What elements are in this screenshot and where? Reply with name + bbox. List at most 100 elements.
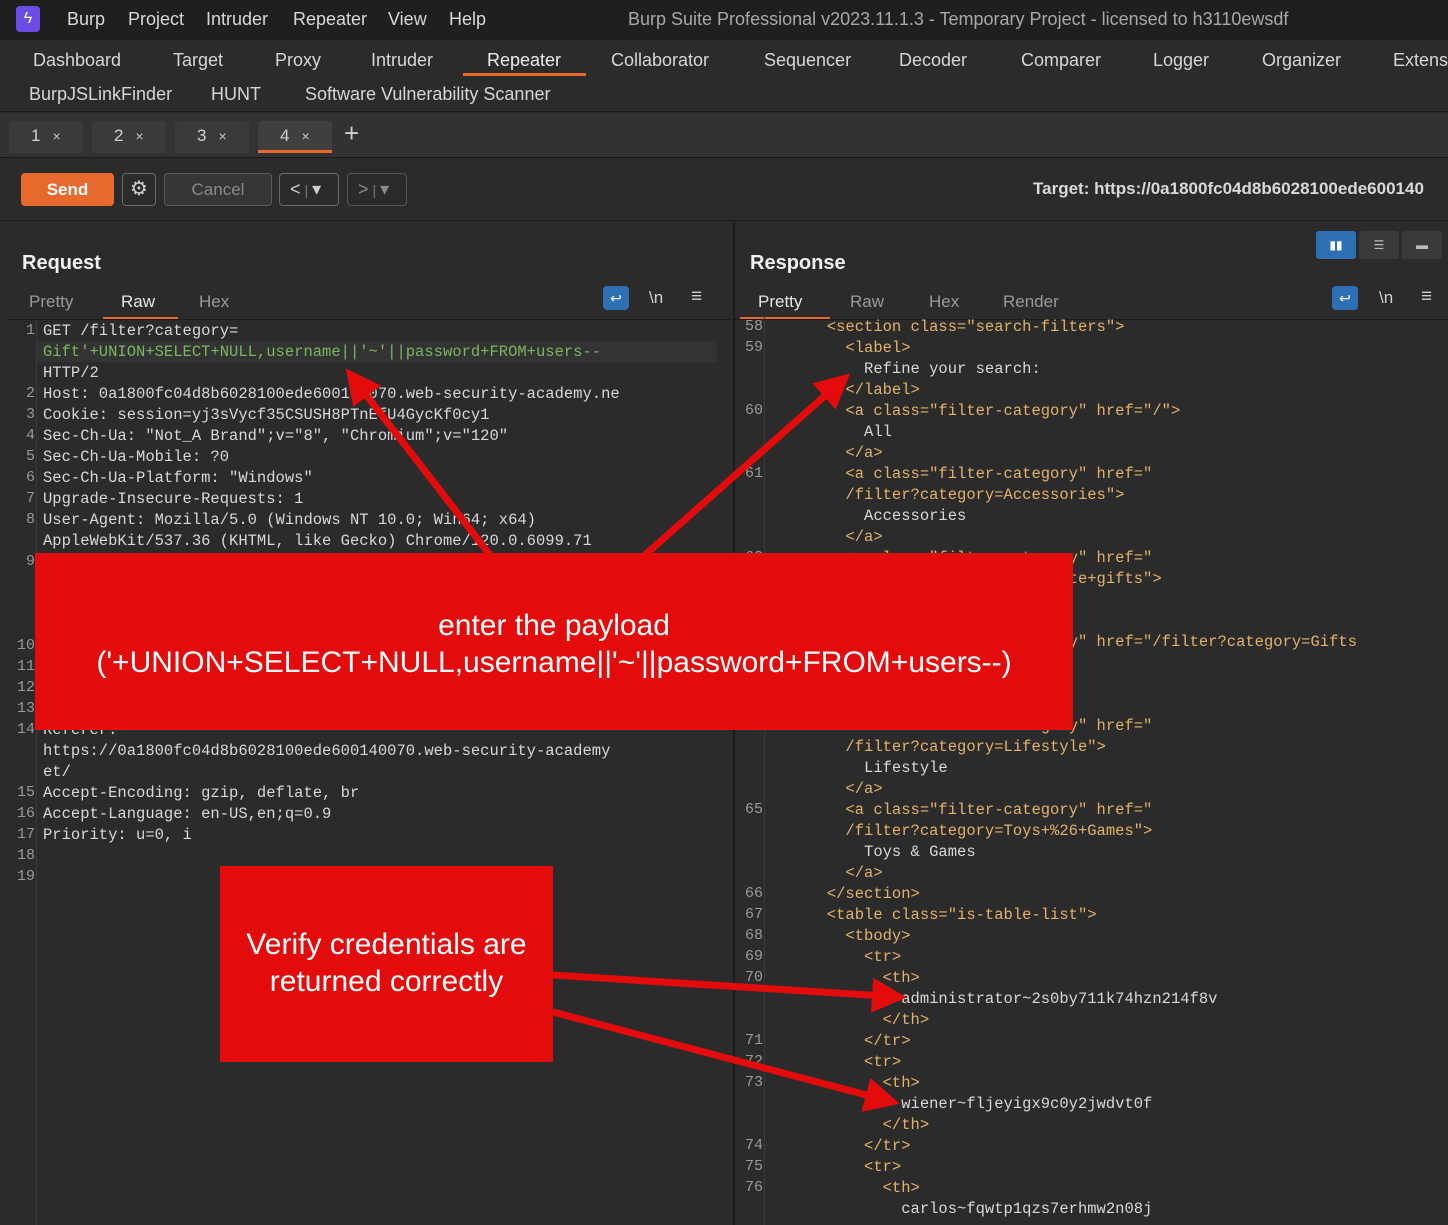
dropdown-arrow-icon[interactable]: ▾ <box>380 179 389 199</box>
dropdown-arrow-icon[interactable]: ▾ <box>312 179 321 199</box>
split-vertical-icon[interactable]: ☰ <box>1359 231 1399 259</box>
line-text: Host: 0a1800fc04d8b6028100ede600140070.w… <box>43 385 620 403</box>
tab-software-vulnerability-scanner[interactable]: Software Vulnerability Scanner <box>305 84 550 105</box>
line-number: 1 <box>25 322 35 339</box>
tab-target[interactable]: Target <box>173 50 223 71</box>
callout-text: enter the payload <box>438 609 670 642</box>
line-text: <th> <box>771 1074 920 1092</box>
line-text: </section> <box>771 885 920 903</box>
line-text: https://0a1800fc04d8b6028100ede600140070… <box>43 742 611 760</box>
repeater-tabs: 1 × 2 × 3 × 4 × <box>0 113 1448 158</box>
response-tab-render[interactable]: Render <box>1003 292 1059 312</box>
line-text: <th> <box>771 1179 920 1197</box>
line-text: All <box>771 423 892 441</box>
repeater-tab-2[interactable]: 2 × <box>92 121 166 153</box>
line-number: 72 <box>744 1053 763 1070</box>
menu-icon[interactable]: ≡ <box>691 286 702 308</box>
word-wrap-icon[interactable]: ↩ <box>1332 286 1358 310</box>
newline-toggle[interactable]: \n <box>1379 288 1393 308</box>
tab-hunt[interactable]: HUNT <box>211 84 261 105</box>
line-number: 71 <box>744 1032 763 1049</box>
line-text: Accept-Language: en-US,en;q=0.9 <box>43 805 332 823</box>
line-number: 18 <box>16 847 35 864</box>
line-text: Upgrade-Insecure-Requests: 1 <box>43 490 304 508</box>
response-tab-pretty[interactable]: Pretty <box>758 292 802 312</box>
line-number: 69 <box>744 948 763 965</box>
send-button[interactable]: Send <box>21 173 114 206</box>
response-tab-hex[interactable]: Hex <box>929 292 959 312</box>
line-text: Sec-Ch-Ua: "Not_A Brand";v="8", "Chromiu… <box>43 427 509 445</box>
tab-comparer[interactable]: Comparer <box>1021 50 1101 71</box>
payload-callout: enter the payload ('+UNION+SELECT+NULL,u… <box>35 553 1073 730</box>
request-tab-raw[interactable]: Raw <box>121 292 155 312</box>
close-icon[interactable]: × <box>218 128 226 144</box>
line-number: 2 <box>25 385 35 402</box>
response-editor[interactable]: 58 <section class="search-filters"> 59 <l… <box>735 316 1448 1225</box>
repeater-tab-1[interactable]: 1 × <box>9 121 83 153</box>
line-number: 65 <box>744 801 763 818</box>
line-number: 12 <box>16 679 35 696</box>
target-label[interactable]: Target: https://0a1800fc04d8b6028100ede6… <box>1033 179 1424 199</box>
split-horizontal-icon[interactable]: ▮▮ <box>1316 231 1356 259</box>
line-text: <a class="filter-category" href=" <box>771 801 1153 819</box>
line-text: </a> <box>771 780 883 798</box>
tab-intruder[interactable]: Intruder <box>371 50 433 71</box>
line-number: 66 <box>744 885 763 902</box>
single-view-icon[interactable]: ▬ <box>1402 231 1442 259</box>
repeater-tab-4[interactable]: 4 × <box>258 121 332 153</box>
line-text: carlos~fqwtp1qzs7erhmw2n08j <box>771 1200 1153 1218</box>
verify-callout: Verify credentials are returned correctl… <box>220 866 553 1062</box>
close-icon[interactable]: × <box>52 128 60 144</box>
line-text: <tr> <box>771 1053 902 1071</box>
tab-extensions[interactable]: Extensi <box>1393 50 1448 71</box>
history-forward-button[interactable]: > | ▾ <box>347 173 407 206</box>
tab-burpjslinkfinder[interactable]: BurpJSLinkFinder <box>29 84 172 105</box>
line-text: </a> <box>771 444 883 462</box>
close-icon[interactable]: × <box>301 128 309 144</box>
burp-logo-icon: ϟ <box>16 6 40 32</box>
response-title: Response <box>750 252 846 274</box>
tab-collaborator[interactable]: Collaborator <box>611 50 709 71</box>
line-number: 73 <box>744 1074 763 1091</box>
menu-icon[interactable]: ≡ <box>1421 286 1432 308</box>
add-tab-icon[interactable]: + <box>344 118 359 149</box>
history-back-button[interactable]: < | ▾ <box>279 173 339 206</box>
close-icon[interactable]: × <box>135 128 143 144</box>
request-editor[interactable]: 1 GET /filter?category= Gift'+UNION+SELECT… <box>7 320 731 1225</box>
line-number: 9 <box>25 553 35 570</box>
tab-repeater[interactable]: Repeater <box>487 50 561 71</box>
tab-organizer[interactable]: Organizer <box>1262 50 1341 71</box>
line-text: GET /filter?category= <box>43 322 239 340</box>
tab-proxy[interactable]: Proxy <box>275 50 321 71</box>
menu-repeater[interactable]: Repeater <box>293 9 367 30</box>
menu-burp[interactable]: Burp <box>67 9 105 30</box>
request-tab-hex[interactable]: Hex <box>199 292 229 312</box>
cancel-button[interactable]: Cancel <box>164 173 272 206</box>
line-number: 10 <box>16 637 35 654</box>
tab-logger[interactable]: Logger <box>1153 50 1209 71</box>
tab-sequencer[interactable]: Sequencer <box>764 50 851 71</box>
line-text: Priority: u=0, i <box>43 826 192 844</box>
menu-bar: ϟ Burp Project Intruder Repeater View He… <box>0 0 1448 40</box>
line-number: 11 <box>16 658 35 675</box>
line-number: 15 <box>16 784 35 801</box>
line-text: <table class="is-table-list"> <box>771 906 1097 924</box>
menu-project[interactable]: Project <box>128 9 184 30</box>
repeater-tab-3[interactable]: 3 × <box>175 121 249 153</box>
newline-toggle[interactable]: \n <box>649 288 663 308</box>
request-tab-pretty[interactable]: Pretty <box>29 292 73 312</box>
gear-icon[interactable]: ⚙ <box>122 173 156 206</box>
repeater-toolbar: Send ⚙ Cancel < | ▾ > | ▾ Target: https://0a… <box>0 159 1448 221</box>
window-title: Burp Suite Professional v2023.11.1.3 - T… <box>628 9 1289 29</box>
menu-view[interactable]: View <box>388 9 427 30</box>
word-wrap-icon[interactable]: ↩ <box>603 286 629 310</box>
menu-intruder[interactable]: Intruder <box>206 9 268 30</box>
line-text: <a class="filter-category" href=" <box>771 465 1153 483</box>
tab-dashboard[interactable]: Dashboard <box>33 50 121 71</box>
menu-help[interactable]: Help <box>449 9 486 30</box>
line-number: 76 <box>744 1179 763 1196</box>
callout-text: returned correctly <box>269 965 504 998</box>
response-tab-raw[interactable]: Raw <box>850 292 884 312</box>
line-number: 3 <box>25 406 35 423</box>
tab-decoder[interactable]: Decoder <box>899 50 967 71</box>
